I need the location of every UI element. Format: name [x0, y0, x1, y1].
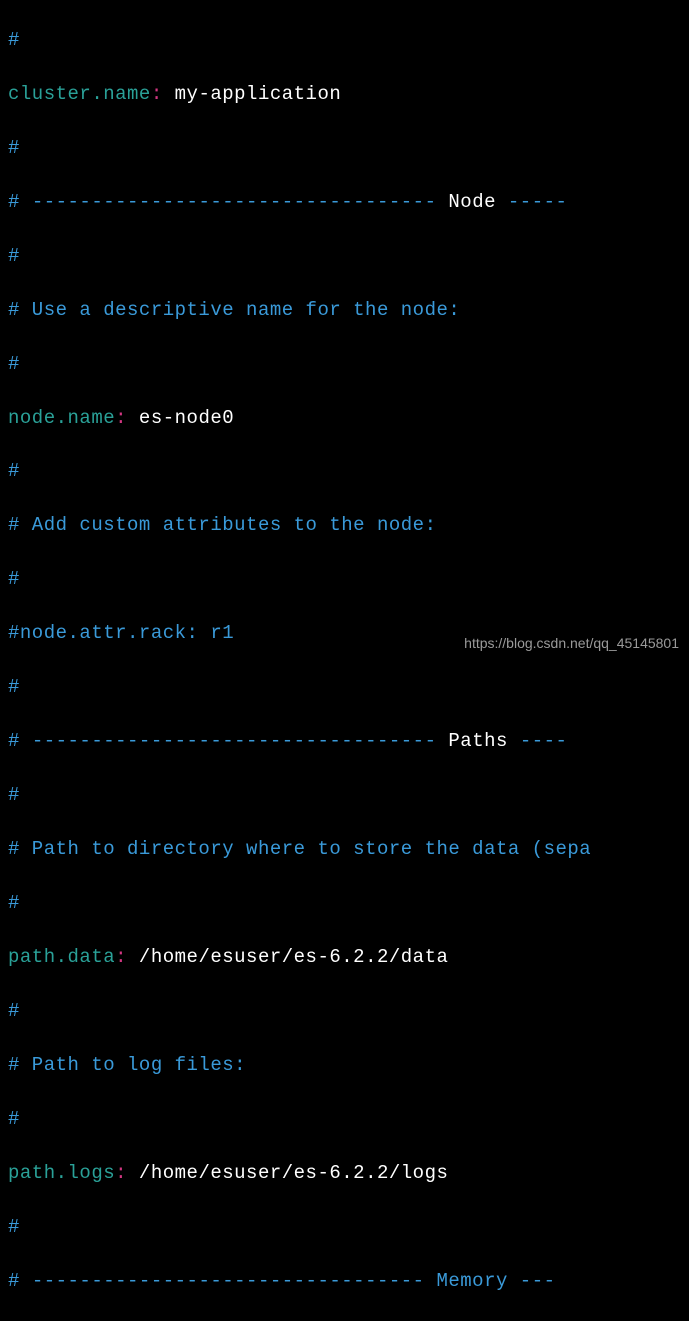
- section-dashes: ---: [520, 1270, 556, 1292]
- value-path-data: /home/esuser/es-6.2.2/data: [127, 946, 448, 968]
- section-label-paths: Paths: [436, 730, 519, 752]
- section-label-memory: Memory: [425, 1270, 520, 1292]
- section-divider: #: [8, 191, 32, 213]
- colon: :: [115, 946, 127, 968]
- comment-line: #: [8, 460, 20, 482]
- comment-line: #: [8, 353, 20, 375]
- value-path-logs: /home/esuser/es-6.2.2/logs: [127, 1162, 448, 1184]
- section-dashes: -----: [508, 191, 568, 213]
- value-node-name: es-node0: [127, 407, 234, 429]
- section-label-node: Node: [436, 191, 507, 213]
- comment-line: #: [8, 1108, 20, 1130]
- key-path-logs: path.logs: [8, 1162, 115, 1184]
- section-dashes: ----------------------------------: [32, 191, 437, 213]
- comment-line: #: [8, 1216, 20, 1238]
- comment-line: #: [8, 676, 20, 698]
- colon: :: [115, 407, 127, 429]
- key-node-name: node.name: [8, 407, 115, 429]
- comment-line: # Path to log files:: [8, 1054, 246, 1076]
- comment-line: # Add custom attributes to the node:: [8, 514, 436, 536]
- comment-node-attr-rack: #node.attr.rack: r1: [8, 622, 234, 644]
- comment-line: #: [8, 29, 20, 51]
- section-dashes: ----------------------------------: [32, 730, 437, 752]
- section-divider: #: [8, 730, 32, 752]
- value-cluster-name: my-application: [163, 83, 342, 105]
- comment-line: #: [8, 1000, 20, 1022]
- section-dashes: ---------------------------------: [32, 1270, 425, 1292]
- comment-line: #: [8, 245, 20, 267]
- comment-line: #: [8, 784, 20, 806]
- section-dashes: ----: [520, 730, 568, 752]
- section-divider: #: [8, 1270, 32, 1292]
- key-cluster-name: cluster.name: [8, 83, 151, 105]
- config-file-content: # cluster.name: my-application # # -----…: [0, 0, 689, 1321]
- watermark-text: https://blog.csdn.net/qq_45145801: [464, 634, 679, 654]
- key-path-data: path.data: [8, 946, 115, 968]
- comment-line: #: [8, 892, 20, 914]
- comment-line: # Path to directory where to store the d…: [8, 838, 591, 860]
- colon: :: [151, 83, 163, 105]
- comment-line: #: [8, 137, 20, 159]
- comment-line: #: [8, 568, 20, 590]
- colon: :: [115, 1162, 127, 1184]
- comment-line: # Use a descriptive name for the node:: [8, 299, 460, 321]
